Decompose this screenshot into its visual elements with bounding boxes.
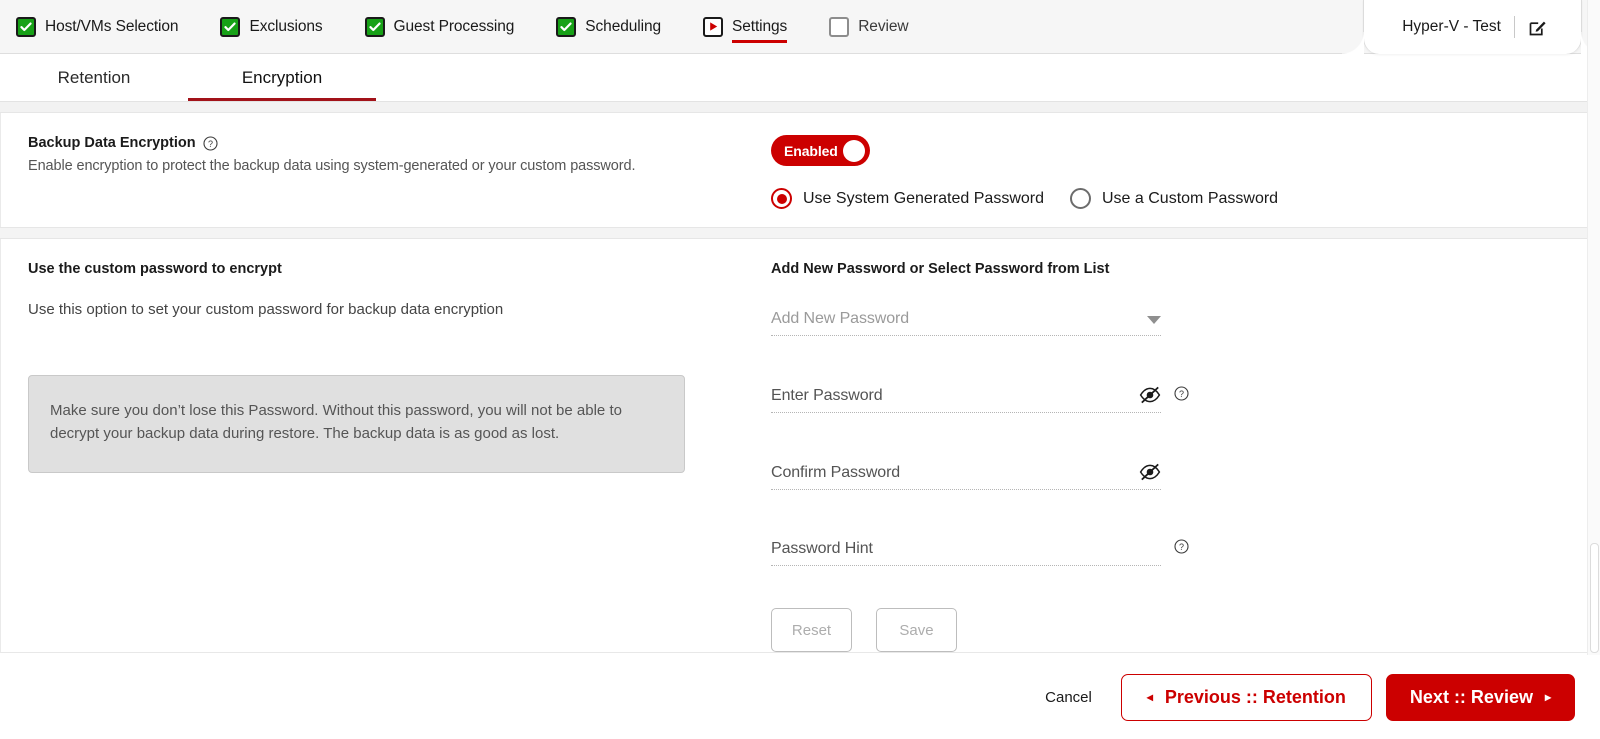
- password-form-title: Add New Password or Select Password from…: [771, 261, 1110, 277]
- settings-subtabs: Retention Encryption: [0, 54, 1600, 102]
- reset-button[interactable]: Reset: [771, 608, 852, 652]
- wizard-step-header: Host/VMs Selection Exclusions Guest Proc…: [0, 0, 1600, 54]
- password-select-placeholder: Add New Password: [771, 310, 910, 327]
- svg-text:?: ?: [1179, 389, 1184, 399]
- toggle-state-label: Enabled: [784, 142, 838, 159]
- wizard-step-label: Host/VMs Selection: [45, 17, 179, 35]
- wizard-step-exclusions[interactable]: Exclusions: [220, 16, 323, 37]
- custom-password-form: Add New Password or Select Password from…: [771, 239, 1600, 652]
- question-circle-icon[interactable]: ?: [1174, 386, 1189, 401]
- wizard-step-settings[interactable]: Settings: [703, 16, 788, 43]
- chevron-down-icon[interactable]: [1147, 316, 1161, 324]
- eye-slash-icon[interactable]: [1139, 386, 1161, 404]
- save-button[interactable]: Save: [876, 608, 957, 652]
- wizard-step-host-vms-selection[interactable]: Host/VMs Selection: [16, 16, 179, 37]
- backup-data-encryption-section: Backup Data Encryption ? Enable encrypti…: [0, 113, 1600, 227]
- wizard-step-label: Guest Processing: [393, 17, 515, 35]
- enter-password-placeholder: Enter Password: [771, 387, 883, 404]
- custom-password-subtitle: Use this option to set your custom passw…: [28, 301, 504, 318]
- eye-slash-icon[interactable]: [1139, 463, 1161, 481]
- radio-unselected-icon: [1070, 188, 1091, 209]
- divider: [1514, 16, 1515, 38]
- backup-data-encryption-label: Backup Data Encryption: [28, 135, 196, 151]
- scrollbar-rail-top: [1587, 0, 1600, 103]
- checkbox-checked-icon: [364, 16, 385, 37]
- chevron-right-icon: ▸: [1544, 690, 1551, 704]
- svg-text:?: ?: [1179, 542, 1184, 552]
- encryption-controls-block: Enabled Use System Generated Password Us…: [771, 113, 1600, 227]
- tab-encryption[interactable]: Encryption: [188, 54, 376, 101]
- wizard-footer: Cancel ◂ Previous :: Retention Next :: R…: [0, 655, 1600, 739]
- password-mode-radio-group: Use System Generated Password Use a Cust…: [771, 188, 1600, 209]
- password-select-field[interactable]: Add New Password: [771, 310, 1161, 336]
- password-hint-placeholder: Password Hint: [771, 540, 873, 557]
- job-name-label: Hyper-V - Test: [1402, 18, 1501, 35]
- cancel-button[interactable]: Cancel: [1045, 689, 1092, 706]
- custom-password-info-block: Use the custom password to encrypt Use t…: [1, 239, 771, 652]
- question-circle-icon[interactable]: ?: [203, 135, 218, 151]
- password-form-actions: Reset Save: [771, 608, 1600, 652]
- password-warning-text: Make sure you don’t lose this Password. …: [50, 402, 622, 442]
- scrollbar-thumb[interactable]: [1590, 543, 1599, 653]
- next-button-label: Next :: Review: [1409, 686, 1533, 707]
- wizard-step-label: Scheduling: [585, 17, 661, 35]
- password-warning-box: Make sure you don’t lose this Password. …: [28, 375, 685, 473]
- radio-label: Use a Custom Password: [1102, 189, 1279, 207]
- question-circle-icon[interactable]: ?: [1174, 539, 1189, 554]
- custom-password-title: Use the custom password to encrypt: [28, 261, 282, 277]
- backup-data-encryption-toggle[interactable]: Enabled: [771, 135, 870, 166]
- confirm-password-placeholder: Confirm Password: [771, 464, 901, 481]
- checkbox-checked-icon: [16, 16, 36, 37]
- wizard-step-label: Review: [858, 17, 909, 35]
- previous-button-label: Previous :: Retention: [1164, 686, 1346, 707]
- wizard-step-label: Settings: [732, 17, 788, 43]
- play-triangle-icon: [703, 16, 723, 37]
- wizard-step-review[interactable]: Review: [829, 16, 909, 37]
- radio-use-system-generated-password[interactable]: Use System Generated Password: [771, 188, 1044, 209]
- radio-label: Use System Generated Password: [803, 189, 1044, 207]
- encryption-settings-page: Host/VMs Selection Exclusions Guest Proc…: [0, 0, 1600, 739]
- previous-retention-button[interactable]: ◂ Previous :: Retention: [1120, 673, 1372, 721]
- job-name-tab: Hyper-V - Test: [1342, 0, 1600, 54]
- custom-password-section: Use the custom password to encrypt Use t…: [0, 239, 1600, 653]
- checkbox-checked-icon: [556, 16, 577, 37]
- encryption-description-block: Backup Data Encryption ? Enable encrypti…: [1, 113, 771, 227]
- tab-label: Retention: [57, 67, 131, 87]
- edit-square-icon[interactable]: [1528, 18, 1547, 37]
- next-review-button[interactable]: Next :: Review ▸: [1385, 673, 1575, 721]
- chevron-left-icon: ◂: [1146, 690, 1153, 704]
- section-divider: [0, 227, 1600, 239]
- wizard-step-label: Exclusions: [249, 17, 323, 35]
- tab-label: Encryption: [241, 67, 323, 87]
- tab-retention[interactable]: Retention: [0, 54, 188, 101]
- wizard-step-scheduling[interactable]: Scheduling: [556, 16, 661, 37]
- page-scrollbar[interactable]: [1587, 103, 1600, 655]
- checkbox-unchecked-icon: [829, 16, 850, 37]
- toggle-knob: [843, 139, 865, 162]
- svg-text:?: ?: [208, 139, 213, 149]
- wizard-step-guest-processing[interactable]: Guest Processing: [364, 16, 515, 37]
- password-hint-field[interactable]: Password Hint ?: [771, 539, 1189, 566]
- confirm-password-field[interactable]: Confirm Password: [771, 463, 1161, 490]
- tab-content-divider: [0, 102, 1600, 113]
- checkbox-checked-icon: [220, 16, 241, 37]
- radio-use-custom-password[interactable]: Use a Custom Password: [1070, 188, 1278, 209]
- enter-password-field[interactable]: Enter Password ?: [771, 386, 1189, 413]
- radio-selected-icon: [771, 188, 792, 209]
- encryption-description: Enable encryption to protect the backup …: [28, 158, 636, 174]
